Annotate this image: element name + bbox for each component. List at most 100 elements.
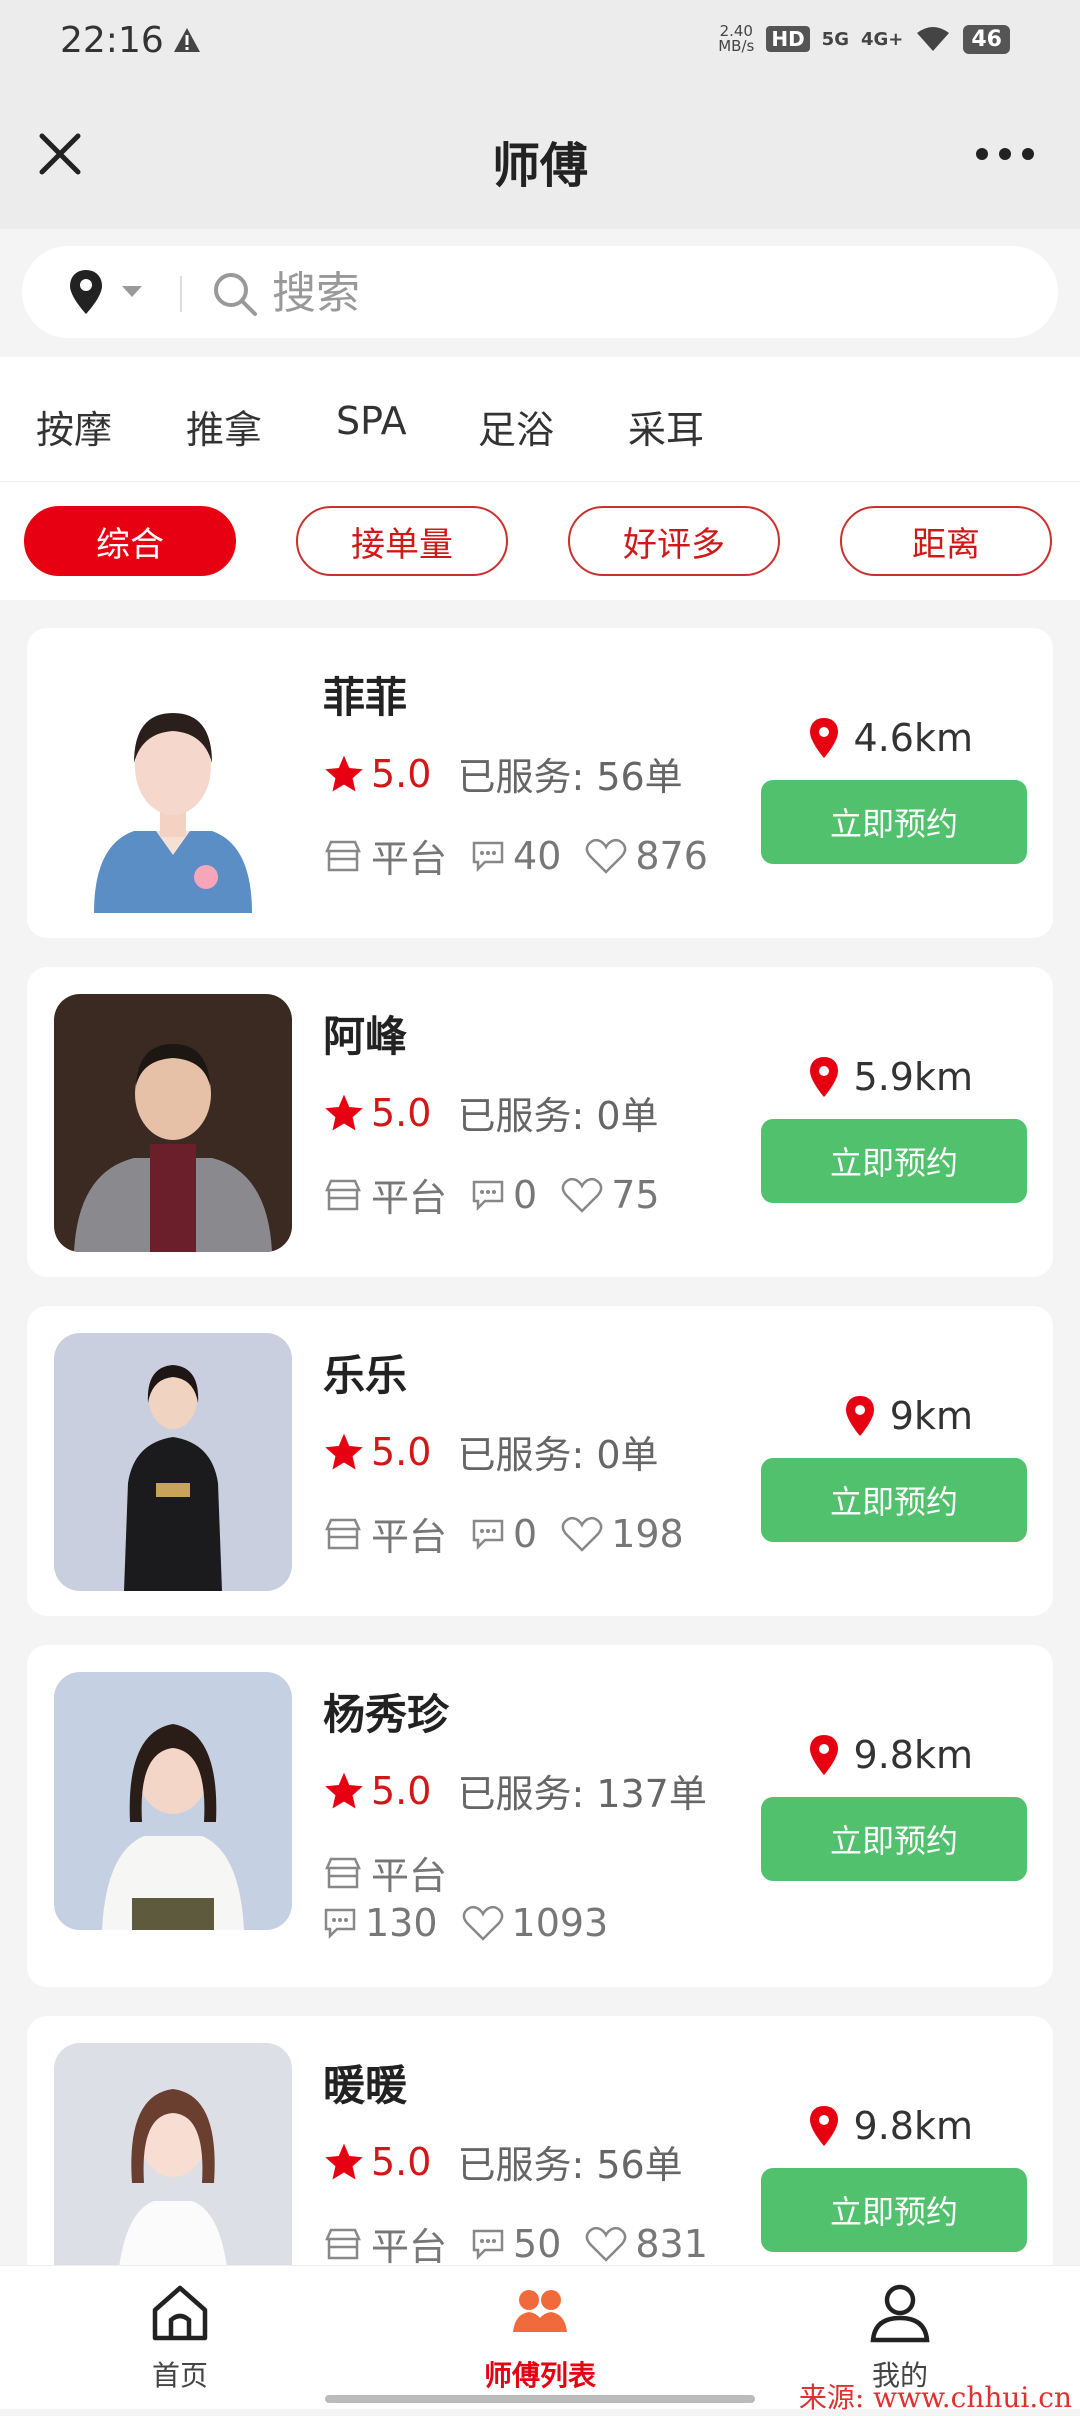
tab-label: 师傅列表 xyxy=(483,2359,596,2392)
served-count: 已服务: 56单 xyxy=(457,2143,683,2187)
category-ear-cleaning[interactable]: 采耳 xyxy=(628,399,704,454)
heart-icon[interactable] xyxy=(561,1176,603,1214)
book-now-button[interactable]: 立即预约 xyxy=(761,1119,1027,1203)
served-count: 已服务: 56单 xyxy=(457,755,683,799)
served-count: 已服务: 0单 xyxy=(457,1433,659,1477)
like-count: 831 xyxy=(635,2221,708,2266)
comment-icon xyxy=(472,1519,504,1550)
book-now-button[interactable]: 立即预约 xyxy=(761,1797,1027,1881)
like-count: 1093 xyxy=(511,1901,609,1945)
therapist-name: 阿峰 xyxy=(323,1012,408,1061)
store-icon xyxy=(325,840,361,871)
category-tabs: 按摩 推拿 SPA 足浴 采耳 xyxy=(0,357,1080,482)
distance-value: 9.8km xyxy=(853,1733,973,1777)
meta-row: 平台 xyxy=(323,1845,447,1900)
store-icon xyxy=(325,1857,361,1888)
star-icon xyxy=(325,2143,363,2179)
avatar xyxy=(54,655,292,913)
heart-icon[interactable] xyxy=(585,2225,627,2263)
signal-4g: 4G+ xyxy=(860,28,904,50)
served-count: 已服务: 0单 xyxy=(457,1094,659,1138)
avatar xyxy=(54,1333,292,1591)
heart-icon[interactable] xyxy=(585,837,627,875)
therapist-name: 菲菲 xyxy=(323,673,408,722)
category-foot-bath[interactable]: 足浴 xyxy=(478,399,554,454)
category-massage[interactable]: 按摩 xyxy=(36,399,112,454)
search-divider xyxy=(180,276,182,312)
therapist-card[interactable]: 菲菲 5.0 已服务: 56单 平台 40 876 4.6km 立即预约 xyxy=(27,628,1053,938)
tab-label: 首页 xyxy=(151,2359,208,2392)
platform-label: 平台 xyxy=(371,1176,448,1220)
sort-options: 综合 接单量 好评多 距离 xyxy=(0,482,1080,600)
rating-row: 5.0 已服务: 56单 xyxy=(323,746,683,801)
therapist-card[interactable]: 乐乐 5.0 已服务: 0单 平台 0 198 9km 立即预约 xyxy=(27,1306,1053,1616)
therapist-name: 暖暖 xyxy=(323,2061,408,2110)
star-icon xyxy=(325,1772,363,1808)
sort-good-reviews[interactable]: 好评多 xyxy=(568,506,780,576)
net-speed-unit: MB/s xyxy=(718,37,755,55)
star-icon xyxy=(325,1094,363,1130)
comment-icon xyxy=(472,2229,504,2260)
distance: 4.6km xyxy=(808,716,973,760)
location-pin-icon[interactable] xyxy=(68,268,104,316)
sort-distance[interactable]: 距离 xyxy=(840,506,1052,576)
signal-5g: 5G xyxy=(821,28,849,50)
net-speed: 2.40 MB/s xyxy=(718,24,754,54)
distance: 5.9km xyxy=(808,1055,973,1099)
meta-row: 平台 40 876 xyxy=(323,828,708,883)
like-count: 198 xyxy=(611,1511,684,1556)
wifi-icon xyxy=(917,27,950,51)
distance: 9.8km xyxy=(808,2104,973,2148)
book-now-button[interactable]: 立即预约 xyxy=(761,1458,1027,1542)
star-icon xyxy=(325,1433,363,1469)
platform-label: 平台 xyxy=(371,837,448,881)
rating-score: 5.0 xyxy=(371,1429,432,1474)
location-pin-icon xyxy=(809,2106,838,2146)
sort-order-count[interactable]: 接单量 xyxy=(296,506,508,576)
therapist-card[interactable]: 阿峰 5.0 已服务: 0单 平台 0 75 5.9km 立即预约 xyxy=(27,967,1053,1277)
comment-count: 40 xyxy=(513,833,562,878)
search-section xyxy=(0,229,1080,357)
category-tuina[interactable]: 推拿 xyxy=(186,399,262,454)
meta-row: 平台 50 831 xyxy=(323,2216,708,2271)
rating-row: 5.0 已服务: 0单 xyxy=(323,1085,659,1140)
page-title: 师傅 xyxy=(491,138,588,194)
book-now-button[interactable]: 立即预约 xyxy=(761,2168,1027,2252)
meta-row: 平台 0 75 xyxy=(323,1167,660,1222)
platform-label: 平台 xyxy=(371,1515,448,1559)
search-input[interactable] xyxy=(270,260,974,326)
status-indicators: 2.40 MB/s HD 5G 4G+ 46 xyxy=(718,24,1010,54)
therapist-name: 杨秀珍 xyxy=(323,1690,450,1739)
distance-value: 4.6km xyxy=(853,716,973,760)
therapist-card[interactable]: 杨秀珍 5.0 已服务: 137单 平台 130 1093 9.8km 立即预约 xyxy=(27,1645,1053,1987)
rating-score: 5.0 xyxy=(371,1768,432,1813)
comment-count: 0 xyxy=(513,1172,538,1217)
watermark: 来源: www.chhui.cn xyxy=(798,2381,1072,2414)
avatar xyxy=(54,994,292,1252)
category-spa[interactable]: SPA xyxy=(336,399,407,443)
store-icon xyxy=(325,1518,361,1549)
rating-row: 5.0 已服务: 0单 xyxy=(323,1424,659,1479)
platform-label: 平台 xyxy=(371,1854,448,1898)
sort-comprehensive[interactable]: 综合 xyxy=(24,506,236,576)
tab-home[interactable]: 首页 xyxy=(0,2266,360,2409)
comment-count: 0 xyxy=(513,1511,538,1556)
book-now-button[interactable]: 立即预约 xyxy=(761,780,1027,864)
users-icon xyxy=(513,2290,567,2332)
heart-icon[interactable] xyxy=(561,1515,603,1553)
search-icon xyxy=(214,273,257,316)
status-time: 22:16 xyxy=(60,20,164,61)
more-icon[interactable] xyxy=(970,134,1040,174)
rating-score: 5.0 xyxy=(371,1090,432,1135)
avatar xyxy=(54,1672,292,1930)
meta-row: 130 1093 xyxy=(323,1901,608,1945)
chevron-down-icon[interactable] xyxy=(122,286,142,297)
heart-icon[interactable] xyxy=(462,1904,504,1942)
hd-badge: HD xyxy=(766,26,810,52)
tab-therapist-list[interactable]: 师傅列表 xyxy=(360,2266,720,2409)
location-pin-icon xyxy=(809,1735,838,1775)
user-icon xyxy=(870,2284,930,2343)
location-pin-icon xyxy=(809,1057,838,1097)
home-icon xyxy=(152,2285,208,2341)
like-count: 876 xyxy=(635,833,708,878)
